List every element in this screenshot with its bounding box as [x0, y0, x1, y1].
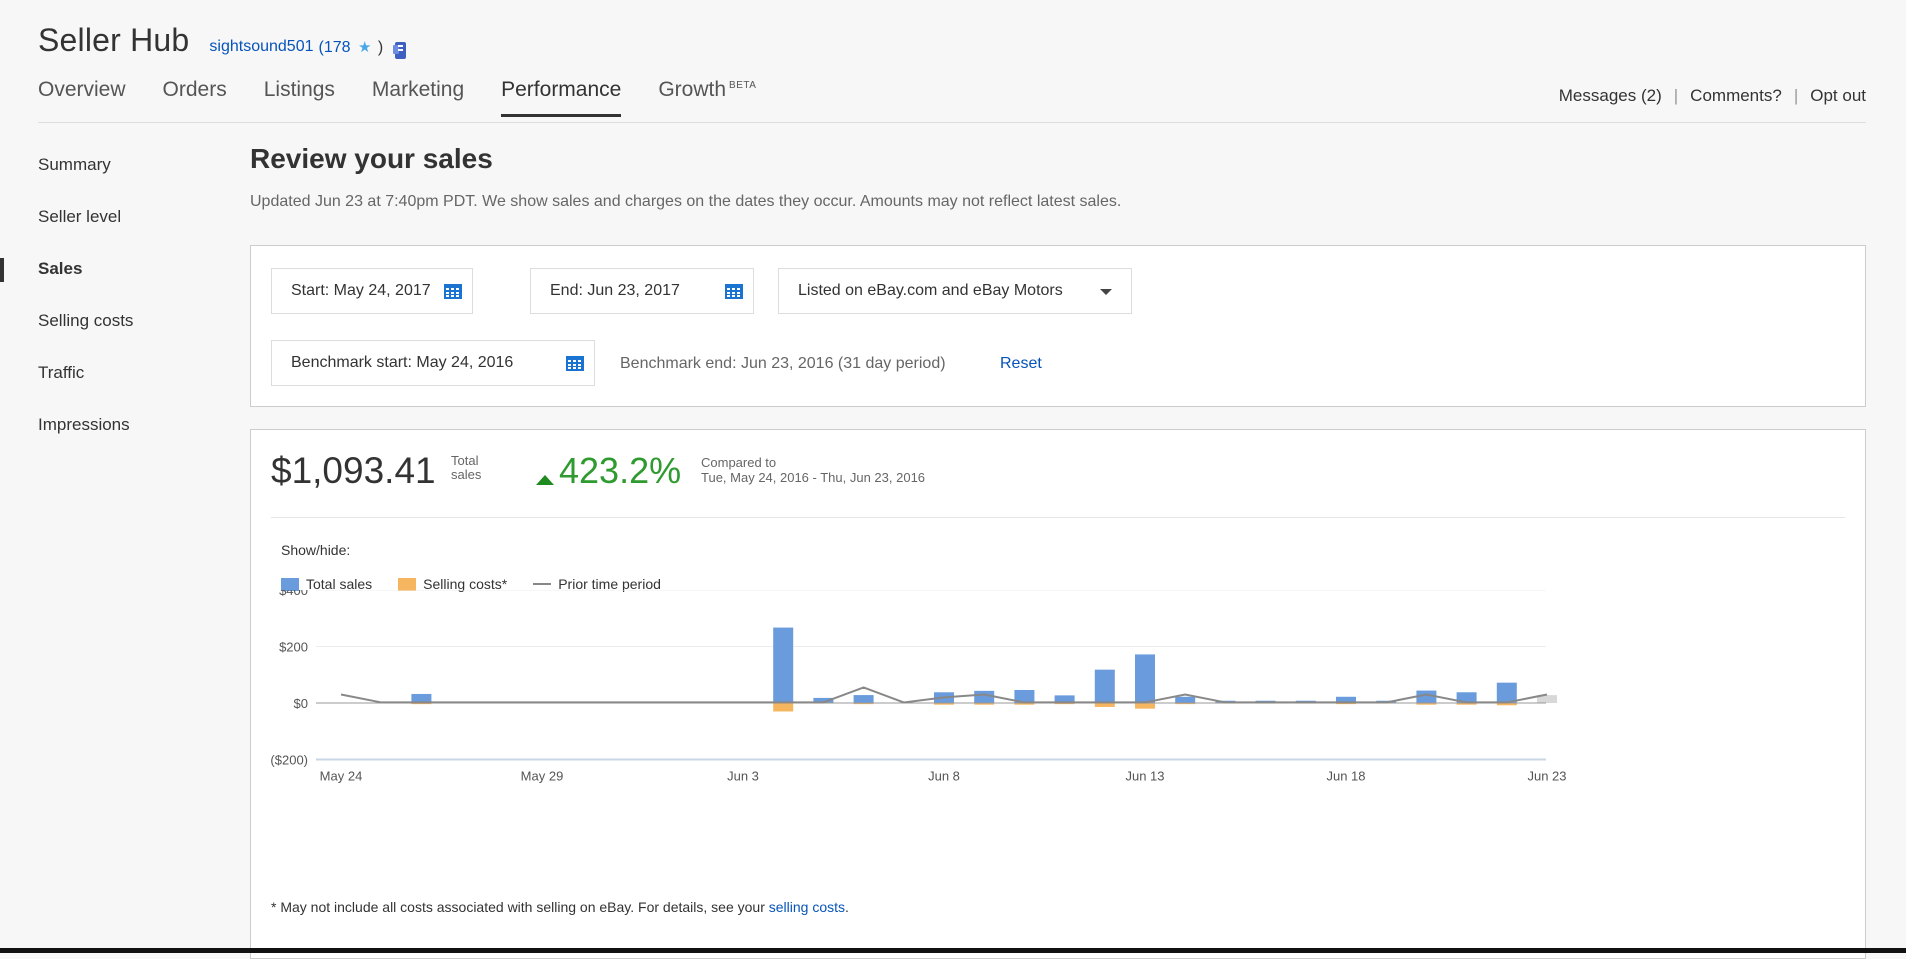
filter-panel: Start: May 24, 2017 End: Jun 23, 2017 Li…	[250, 245, 1866, 407]
start-date-picker[interactable]: Start: May 24, 2017	[271, 268, 473, 314]
tab-performance[interactable]: Performance	[501, 78, 622, 117]
separator: |	[1673, 86, 1679, 105]
sales-chart: $400 $200 $0 ($200) May 24 May 29 Jun 3 Jun 8 Ju…	[270, 590, 1567, 784]
x-tick-label: May 24	[320, 769, 363, 784]
selling-costs-link[interactable]: selling costs	[769, 899, 845, 915]
x-tick-label: Jun 8	[928, 769, 960, 784]
bar-total-sales	[773, 627, 794, 703]
footnote-text: * May not include all costs associated w…	[271, 899, 769, 915]
sales-chart-panel: $1,093.41 Total sales 423.2% Compared to…	[250, 429, 1866, 959]
benchmark-start-picker[interactable]: Benchmark start: May 24, 2016	[271, 340, 595, 386]
tab-growth-label: Growth	[658, 78, 727, 101]
chevron-down-icon	[1100, 289, 1112, 295]
sidebar-item-impressions[interactable]: Impressions	[38, 415, 133, 467]
reset-link[interactable]: Reset	[1000, 355, 1042, 373]
legend-swatch-selling-costs	[398, 577, 417, 591]
site-filter-value: Listed on eBay.com and eBay Motors	[798, 282, 1063, 299]
y-tick-label: $0	[294, 696, 308, 711]
start-date-value: Start: May 24, 2017	[291, 282, 431, 299]
end-date-value: End: Jun 23, 2017	[550, 282, 680, 299]
legend-line-prior-period	[533, 583, 552, 585]
feedback-close: )	[377, 38, 384, 56]
bottom-bar	[0, 948, 1906, 953]
bar-total-sales	[1094, 669, 1115, 703]
footnote-end: .	[845, 899, 849, 915]
header-divider	[38, 122, 1866, 123]
sidebar-item-sales[interactable]: Sales	[38, 259, 133, 311]
brand: Seller Hub sightsound501 (178 ★ )	[38, 22, 1868, 59]
header: Seller Hub sightsound501 (178 ★ )	[38, 22, 1868, 59]
calendar-icon	[566, 356, 584, 371]
legend-swatch-total-sales	[281, 577, 299, 591]
active-nav-marker	[0, 258, 4, 282]
separator: |	[1793, 86, 1799, 105]
main-tabs: Overview Orders Listings Marketing Perfo…	[38, 78, 793, 117]
tab-orders[interactable]: Orders	[163, 78, 227, 117]
sidebar: Summary Seller level Sales Selling costs…	[38, 155, 133, 467]
star-icon: ★	[357, 38, 372, 56]
tab-overview[interactable]: Overview	[38, 78, 126, 117]
compare-label: Compared to Tue, May 24, 2016 - Thu, Jun…	[701, 455, 925, 485]
top-rated-badge-icon[interactable]	[393, 41, 407, 61]
summary-divider	[271, 517, 1845, 518]
y-tick-label: ($200)	[270, 753, 308, 768]
tab-listings[interactable]: Listings	[264, 78, 335, 117]
site-filter-dropdown[interactable]: Listed on eBay.com and eBay Motors	[778, 268, 1132, 314]
bar-selling-costs	[773, 703, 794, 712]
messages-link[interactable]: Messages (2)	[1559, 86, 1662, 106]
end-date-picker[interactable]: End: Jun 23, 2017	[530, 268, 754, 314]
feedback-score: (178	[318, 38, 351, 56]
seller-info: sightsound501 (178 ★ )	[209, 37, 407, 59]
username-link[interactable]: sightsound501	[209, 38, 313, 56]
bar-total-sales	[1496, 682, 1517, 703]
x-tick-label: Jun 3	[727, 769, 759, 784]
sidebar-item-traffic[interactable]: Traffic	[38, 363, 133, 415]
tab-marketing[interactable]: Marketing	[372, 78, 464, 117]
percent-change-value: 423.2%	[559, 450, 682, 491]
comments-link[interactable]: Comments?	[1690, 86, 1782, 106]
seller-hub-title: Seller Hub	[38, 22, 190, 58]
compare-range: Tue, May 24, 2016 - Thu, Jun 23, 2016	[701, 470, 926, 485]
y-tick-label: $200	[279, 640, 308, 655]
beta-badge: BETA	[729, 80, 757, 91]
feedback-score-link[interactable]: (178 ★ )	[319, 38, 384, 57]
total-sales-label: Total sales	[451, 453, 482, 482]
benchmark-end-text: Benchmark end: Jun 23, 2016 (31 day peri…	[620, 355, 946, 372]
tab-growth[interactable]: Growth BETA	[658, 78, 756, 117]
benchmark-start-value: Benchmark start: May 24, 2016	[291, 354, 514, 371]
bar-total-sales	[974, 690, 995, 703]
calendar-icon	[725, 284, 743, 299]
compare-heading: Compared to	[701, 455, 777, 470]
calendar-icon	[444, 284, 462, 299]
opt-out-link[interactable]: Opt out	[1810, 86, 1866, 106]
arrow-up-icon	[536, 475, 554, 485]
page-title: Review your sales	[250, 143, 493, 174]
bar-total-sales	[1175, 696, 1196, 703]
selling-costs-footnote: * May not include all costs associated w…	[271, 899, 849, 915]
x-tick-label: Jun 18	[1326, 769, 1365, 784]
x-tick-label: Jun 23	[1527, 769, 1566, 784]
top-links: Messages (2) | Comments? | Opt out	[1559, 86, 1866, 106]
sidebar-item-selling-costs[interactable]: Selling costs	[38, 311, 133, 363]
sidebar-item-seller-level[interactable]: Seller level	[38, 207, 133, 259]
update-note: Updated Jun 23 at 7:40pm PDT. We show sa…	[250, 193, 1122, 210]
show-hide-label: Show/hide:	[281, 542, 351, 558]
x-tick-label: May 29	[521, 769, 564, 784]
total-sales-value: $1,093.41	[271, 450, 436, 491]
y-tick-label: $400	[279, 590, 308, 598]
bar-selling-costs	[1094, 703, 1115, 707]
bar-total-sales	[853, 695, 874, 703]
main-content: Review your sales Updated Jun 23 at 7:40…	[250, 143, 1866, 211]
bar-total-sales	[1135, 654, 1155, 703]
bar-selling-costs	[1135, 703, 1155, 709]
sidebar-item-summary[interactable]: Summary	[38, 155, 133, 207]
x-tick-label: Jun 13	[1125, 769, 1164, 784]
